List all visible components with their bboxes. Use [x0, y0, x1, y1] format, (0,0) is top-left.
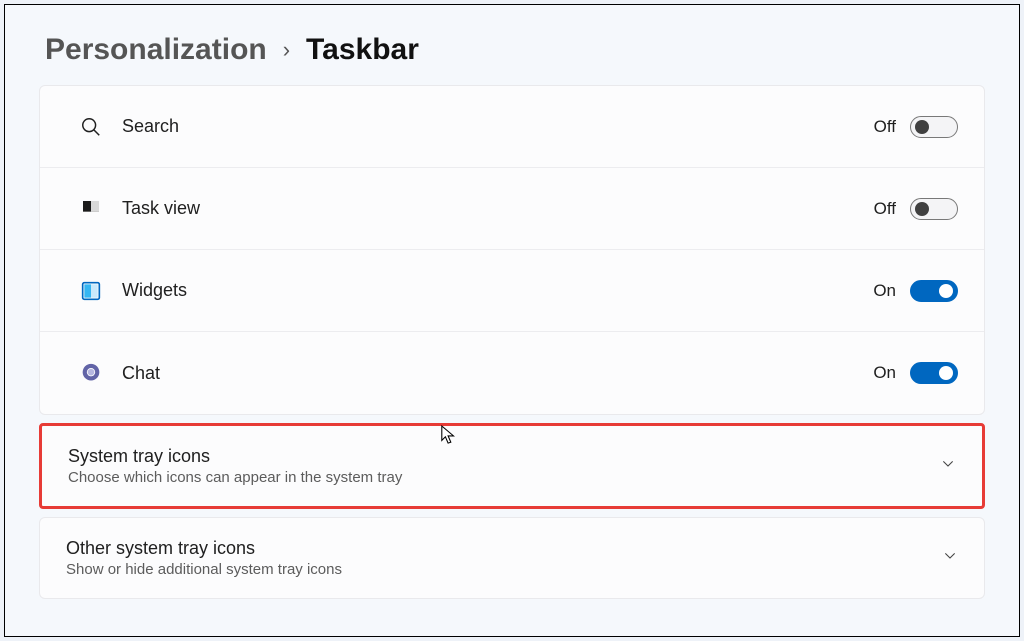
widgets-toggle[interactable] — [910, 280, 958, 302]
expander-other-system-tray-icons[interactable]: Other system tray icons Show or hide add… — [39, 517, 985, 599]
chevron-right-icon: › — [283, 37, 290, 63]
taskview-label: Task view — [122, 198, 874, 219]
taskview-state: Off — [874, 199, 896, 219]
systray-subtitle: Choose which icons can appear in the sys… — [68, 469, 940, 486]
row-search: Search Off — [40, 86, 984, 168]
chevron-down-icon — [940, 456, 956, 477]
other-title: Other system tray icons — [66, 538, 942, 559]
breadcrumb-parent[interactable]: Personalization — [45, 33, 267, 67]
search-toggle[interactable] — [910, 116, 958, 138]
search-state: Off — [874, 117, 896, 137]
cursor-icon — [440, 424, 458, 446]
row-widgets: Widgets On — [40, 250, 984, 332]
breadcrumb: Personalization › Taskbar — [39, 33, 985, 67]
search-icon — [80, 116, 102, 138]
row-taskview: Task view Off — [40, 168, 984, 250]
taskview-toggle[interactable] — [910, 198, 958, 220]
systray-title: System tray icons — [68, 446, 940, 467]
taskbar-items-card: Search Off Task view Off Widgets On Chat — [39, 85, 985, 415]
chevron-down-icon — [942, 548, 958, 569]
other-subtitle: Show or hide additional system tray icon… — [66, 561, 942, 578]
expander-system-tray-icons[interactable]: System tray icons Choose which icons can… — [39, 423, 985, 509]
chat-icon — [80, 362, 102, 384]
widgets-label: Widgets — [122, 280, 873, 301]
chat-state: On — [873, 363, 896, 383]
search-label: Search — [122, 116, 874, 137]
settings-panel: Personalization › Taskbar Search Off Tas… — [4, 4, 1020, 637]
taskview-icon — [80, 198, 102, 220]
widgets-icon — [80, 280, 102, 302]
row-chat: Chat On — [40, 332, 984, 414]
breadcrumb-current: Taskbar — [306, 33, 419, 67]
widgets-state: On — [873, 281, 896, 301]
chat-label: Chat — [122, 363, 873, 384]
chat-toggle[interactable] — [910, 362, 958, 384]
